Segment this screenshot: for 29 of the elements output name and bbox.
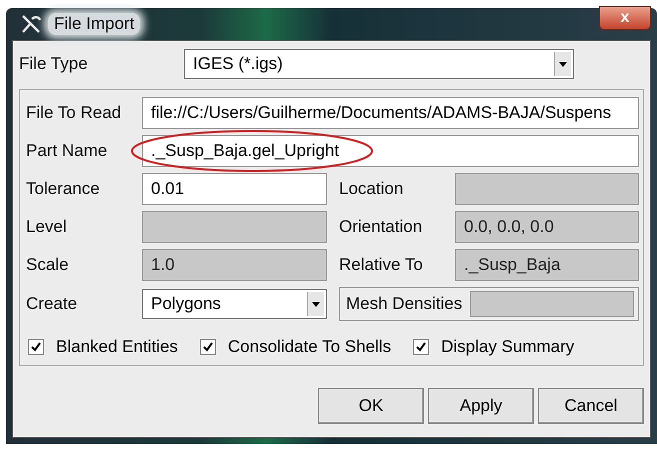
checkbox-label: Display Summary bbox=[441, 337, 574, 357]
checkbox-label: Consolidate To Shells bbox=[228, 337, 392, 357]
window-title: File Import bbox=[48, 13, 140, 35]
field-label: Relative To bbox=[339, 255, 424, 275]
field-label: Mesh Densities bbox=[346, 294, 462, 314]
field-label: Location bbox=[339, 179, 404, 199]
field-label: Part Name bbox=[26, 141, 108, 161]
caret-icon bbox=[307, 292, 324, 316]
app-logo-icon bbox=[20, 14, 42, 34]
input-field[interactable]: file://C:/Users/Guilherme/Documents/ADAMS-BAJA/Suspens bbox=[142, 97, 639, 129]
create-dropdown[interactable]: Polygons bbox=[142, 289, 327, 319]
input-field[interactable]: 0.01 bbox=[142, 173, 327, 205]
field-label: File To Read bbox=[26, 103, 122, 123]
checkbox[interactable] bbox=[28, 339, 44, 355]
checkbox-label: Blanked Entities bbox=[56, 337, 178, 357]
input-field[interactable]: ._Susp_Baja.gel_Upright bbox=[142, 135, 639, 167]
field-label: Level bbox=[26, 217, 68, 237]
checkbox[interactable] bbox=[200, 339, 216, 355]
dialog-button[interactable]: Cancel bbox=[538, 388, 644, 424]
checkbox[interactable] bbox=[413, 339, 430, 355]
field-label: Orientation bbox=[339, 217, 424, 237]
field-label: File Type bbox=[19, 54, 89, 74]
dialog-button[interactable]: Apply bbox=[428, 388, 534, 424]
file-type-dropdown[interactable]: IGES (*.igs) bbox=[184, 49, 574, 79]
field-label: Create bbox=[26, 294, 78, 314]
field-label: Scale bbox=[26, 255, 70, 275]
field-label: Tolerance bbox=[26, 179, 101, 199]
dialog-button[interactable]: OK bbox=[318, 388, 424, 424]
caret-icon bbox=[554, 52, 571, 76]
